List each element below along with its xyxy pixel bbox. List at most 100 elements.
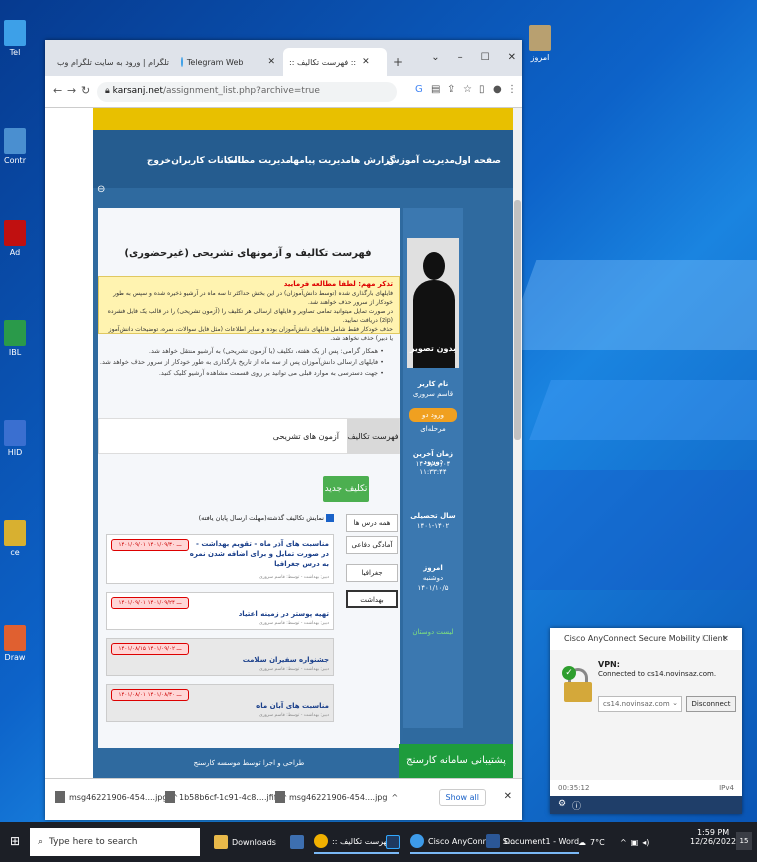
- profile-icon[interactable]: ●: [493, 84, 505, 96]
- show-all-button[interactable]: Show all: [438, 789, 486, 806]
- desktop-icon-control[interactable]: Contr: [0, 128, 30, 165]
- close-icon[interactable]: ✕: [362, 57, 370, 67]
- weather-icon: ☁: [578, 837, 586, 847]
- reload-button[interactable]: ↻: [81, 84, 90, 97]
- close-icon[interactable]: ✕: [267, 57, 275, 67]
- taskbar-downloads[interactable]: Downloads: [214, 830, 276, 854]
- filter-all[interactable]: همه درس ها: [346, 514, 398, 532]
- minimize-button[interactable]: –: [682, 634, 686, 643]
- cisco-status-bar: 00:35:12 IPv4: [550, 780, 742, 796]
- close-button[interactable]: ✕: [508, 52, 516, 63]
- assignment-card[interactable]: ۱۴۰۱/۰۹/۰۱ ـــ ۱۴۰۱/۰۹/۲۴ تهیه پوستر در …: [106, 592, 334, 630]
- maximize-button[interactable]: ☐: [481, 52, 490, 63]
- share-icon[interactable]: ⇪: [447, 84, 459, 96]
- file-icon: [275, 791, 285, 803]
- nav-home[interactable]: صفحه اول: [454, 156, 501, 166]
- nav-logout[interactable]: خروج: [147, 156, 171, 166]
- back-button[interactable]: ←: [53, 84, 62, 97]
- nav-messages[interactable]: مدیریت پیامها: [290, 156, 351, 166]
- desktop-icon-hid[interactable]: HID: [0, 420, 30, 457]
- close-icon[interactable]: ✕: [504, 791, 512, 802]
- tab-assignments[interactable]: :: فهرست تکالیف :: ✕: [283, 48, 387, 76]
- chevron-up-icon[interactable]: ^: [391, 793, 398, 802]
- info-icon[interactable]: ⓘ: [572, 799, 581, 812]
- download-item[interactable]: 1b58b6cf-1c91-4c8....jfif ^: [165, 791, 287, 803]
- window-controls: ⌄ – ☐ ✕: [431, 52, 516, 63]
- cisco-icon: [410, 834, 424, 848]
- assignment-card[interactable]: ۱۴۰۱/۰۸/۱۵ ـــ ۱۴۰۱/۰۹/۰۲ جشنواره سفیران…: [106, 638, 334, 676]
- taskbar-photoshop[interactable]: [386, 830, 400, 854]
- windows-start-icon[interactable]: ⊞: [10, 834, 20, 848]
- system-tray[interactable]: ^ ▣ ◂): [620, 830, 649, 854]
- volume-icon[interactable]: ◂): [642, 838, 649, 847]
- new-assignment-button[interactable]: تکلیف جدید: [323, 476, 369, 502]
- nav-education[interactable]: مدیریت آموزش: [387, 156, 455, 166]
- app-icon: [4, 420, 26, 446]
- assignment-card[interactable]: ۱۴۰۱/۰۹/۰۱ ـــ ۱۴۰۱/۰۹/۳۰ مناسبت های آذر…: [106, 534, 334, 584]
- tab-telegram-login[interactable]: تلگرام | ورود به سایت تلگرام وب✕: [51, 48, 173, 76]
- gear-icon[interactable]: ⚙: [558, 799, 566, 809]
- show-past-toggle[interactable]: نمایش تکالیف گذشته(مهلت ارسال پایان یافت…: [158, 514, 334, 522]
- app-icon: [4, 625, 26, 651]
- avatar: بدون تصویر: [407, 238, 459, 368]
- side-panel-icon[interactable]: ▯: [479, 84, 491, 96]
- menu-icon[interactable]: ⋮: [507, 84, 519, 96]
- checkbox[interactable]: [326, 514, 334, 522]
- check-icon: ✓: [562, 666, 576, 680]
- taskbar-app[interactable]: [290, 830, 304, 854]
- notification-center-button[interactable]: 15: [736, 832, 752, 850]
- chevron-down-icon: ⌄: [672, 699, 678, 707]
- user-sidebar: بدون تصویر نام کاربر قاسم سروری ورود دو …: [403, 208, 463, 728]
- desktop-icon-draw[interactable]: Draw: [0, 625, 30, 662]
- footer: طراحی و اجرا توسط موسسه کارسنج: [98, 748, 400, 778]
- photoshop-icon: [386, 835, 400, 849]
- support-button[interactable]: پشتیبانی سامانه کارسنج: [399, 744, 513, 778]
- filter-defense[interactable]: آمادگی دفاعی: [346, 536, 398, 554]
- nav-reports[interactable]: گزارش ها: [351, 156, 395, 166]
- desktop-icon-ce[interactable]: ce: [0, 520, 30, 557]
- url-field[interactable]: 🔒︎ karsanj.net/assignment_list.php?archi…: [97, 82, 397, 102]
- translate-icon[interactable]: ▤: [431, 84, 443, 96]
- cisco-body: ✓ VPN: Connected to cs14.novinsaz.com. c…: [550, 650, 742, 780]
- collapse-icon[interactable]: ⊖: [97, 184, 105, 195]
- telegram-icon: [4, 20, 26, 46]
- scrollbar-thumb[interactable]: [514, 200, 521, 440]
- desktop-icon-ibl[interactable]: IBL: [0, 320, 30, 357]
- assignment-card[interactable]: ۱۴۰۱/۰۸/۰۱ ـــ ۱۴۰۱/۰۸/۳۰ مناسبت های آبا…: [106, 684, 334, 722]
- google-icon[interactable]: G: [415, 84, 427, 96]
- bookmark-star-icon[interactable]: ☆: [463, 84, 475, 96]
- clock[interactable]: 1:59 PM 12/26/2022: [690, 828, 736, 846]
- maximize-button[interactable]: ☐: [702, 634, 709, 643]
- friends-list-link[interactable]: لیست دوستان: [403, 628, 463, 636]
- app-icon: [4, 320, 26, 346]
- server-select[interactable]: cs14.novinsaz.com ⌄: [598, 696, 682, 712]
- two-step-login-button[interactable]: ورود دو مرحله‌ای: [409, 408, 457, 433]
- weather-widget[interactable]: ☁ 7°C: [578, 830, 605, 854]
- new-tab-button[interactable]: +: [393, 55, 403, 69]
- tab-telegram-web[interactable]: Telegram Web ✕: [175, 48, 281, 76]
- desktop-icon-acrobat[interactable]: Ad: [0, 220, 30, 257]
- browser-window: تلگرام | ورود به سایت تلگرام وب✕ Telegra…: [45, 40, 522, 820]
- desktop-icon-telegram[interactable]: Tel: [0, 20, 30, 57]
- nav-user-tools[interactable]: امکانات کاربران: [171, 156, 241, 166]
- chevron-up-icon[interactable]: ^: [620, 838, 627, 847]
- download-item[interactable]: msg46221906-454....jpg ^: [275, 791, 398, 803]
- forward-button[interactable]: →: [67, 84, 76, 97]
- page-title: فهرست تکالیف و آزمونهای تشریحی (غیرحضوری…: [124, 248, 372, 259]
- disconnect-button[interactable]: Disconnect: [686, 696, 736, 712]
- tab-assignments-list[interactable]: فهرست تکالیف: [347, 419, 399, 454]
- desktop-icon-today[interactable]: امروز: [525, 25, 555, 62]
- filter-geography[interactable]: جغرافیا: [346, 564, 398, 582]
- app-icon: [4, 520, 26, 546]
- chrome-icon: [314, 834, 328, 848]
- search-box[interactable]: ⌕ Type here to search: [30, 828, 200, 856]
- close-button[interactable]: ✕: [722, 634, 729, 643]
- tab-descriptive-exams[interactable]: آزمون های تشریحی: [273, 419, 339, 454]
- filter-health[interactable]: بهداشت: [346, 590, 398, 608]
- karsanj-site: صفحه اول مدیریت آموزش گزارش ها مدیریت پی…: [93, 108, 513, 778]
- taskbar-word[interactable]: Document1 - Word: [486, 830, 580, 854]
- network-icon[interactable]: ▣: [631, 838, 639, 847]
- tab-search-icon[interactable]: ⌄: [431, 52, 439, 63]
- download-item[interactable]: msg46221906-454....jpg ^: [55, 791, 178, 803]
- minimize-button[interactable]: –: [458, 52, 463, 63]
